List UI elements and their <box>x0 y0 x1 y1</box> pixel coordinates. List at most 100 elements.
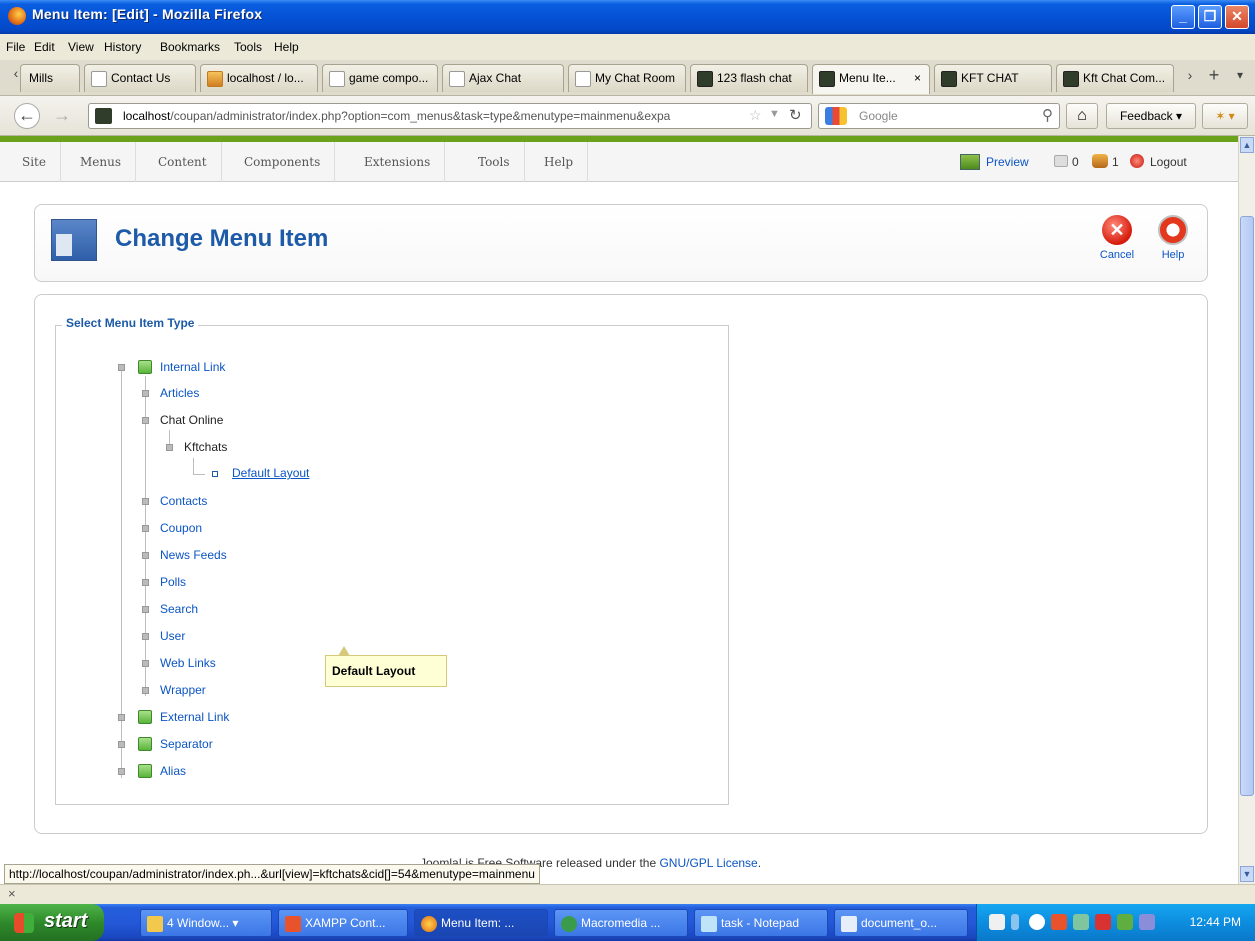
search-icon[interactable]: ⚲ <box>1042 106 1053 124</box>
scrollbar-thumb[interactable] <box>1240 216 1254 796</box>
preview-link[interactable]: Preview <box>986 155 1029 169</box>
taskbar-item-macromedia[interactable]: Macromedia ... <box>554 909 688 937</box>
tree-leaf-icon <box>212 471 218 477</box>
network-status-tray-icon[interactable] <box>1117 914 1133 930</box>
tree-chat-online[interactable]: Chat Online <box>160 413 223 427</box>
google-icon[interactable] <box>825 107 847 125</box>
xampp-tray-icon[interactable] <box>1051 914 1067 930</box>
tab-kft-chat[interactable]: KFT CHAT <box>934 64 1052 92</box>
reload-icon[interactable]: ↻ <box>789 106 802 124</box>
url-history-dropdown-icon[interactable]: ▼ <box>769 108 780 120</box>
network-tray-icon[interactable] <box>1011 914 1019 930</box>
url-bar[interactable]: localhost/coupan/administrator/index.php… <box>88 103 812 129</box>
tab-mills[interactable]: Mills <box>20 64 80 92</box>
admin-menu: Site Menus Content Components Extensions… <box>0 142 1238 182</box>
logout-icon <box>1130 154 1144 168</box>
tree-polls[interactable]: Polls <box>160 575 186 589</box>
window-title: Menu Item: [Edit] - Mozilla Firefox <box>32 6 263 22</box>
tab-ajax-chat[interactable]: Ajax Chat <box>442 64 564 92</box>
admin-menu-extensions[interactable]: Extensions <box>350 142 446 182</box>
start-button[interactable]: start <box>0 904 104 941</box>
tree-alias[interactable]: Alias <box>160 764 186 778</box>
menu-view[interactable]: View <box>68 40 94 54</box>
page-icon <box>575 71 591 87</box>
menu-tools[interactable]: Tools <box>234 40 262 54</box>
taskbar-item-windows[interactable]: 4 Window... ▾ <box>140 909 272 937</box>
cancel-button[interactable]: ✕ Cancel <box>1095 215 1139 261</box>
tree-default-layout[interactable]: Default Layout <box>232 466 309 480</box>
admin-menu-help[interactable]: Help <box>530 142 589 182</box>
search-tray-icon[interactable] <box>1095 914 1111 930</box>
bookmark-star-icon[interactable]: ☆ <box>749 107 762 124</box>
menu-edit[interactable]: Edit <box>34 40 55 54</box>
help-tray-icon[interactable] <box>989 914 1005 930</box>
tree-news-feeds[interactable]: News Feeds <box>160 548 227 562</box>
maximize-button[interactable]: ❐ <box>1198 5 1222 29</box>
tab-phpmyadmin[interactable]: localhost / lo... <box>200 64 318 92</box>
tab-game-compo[interactable]: game compo... <box>322 64 438 92</box>
cancel-icon: ✕ <box>1102 215 1132 245</box>
home-icon[interactable]: ⌂ <box>1066 103 1098 129</box>
taskbar-label: Macromedia ... <box>581 916 661 930</box>
tab-label: Contact Us <box>111 71 171 85</box>
menu-file[interactable]: File <box>6 40 25 54</box>
vertical-scrollbar[interactable]: ▲ ▼ <box>1238 136 1255 884</box>
scroll-down-icon[interactable]: ▼ <box>1240 866 1254 882</box>
tree-contacts[interactable]: Contacts <box>160 494 207 508</box>
admin-menu-menus[interactable]: Menus <box>66 142 137 182</box>
taskbar-item-notepad[interactable]: task - Notepad <box>694 909 828 937</box>
notepad-icon <box>701 916 717 932</box>
tree-toggle-icon[interactable] <box>118 741 125 748</box>
app-tray-icon[interactable] <box>1139 914 1155 930</box>
taskbar-item-firefox[interactable]: Menu Item: ... <box>414 909 548 937</box>
tray-expand-icon[interactable] <box>1029 914 1045 930</box>
admin-menu-content[interactable]: Content <box>144 142 222 182</box>
menu-help[interactable]: Help <box>274 40 299 54</box>
tree-search[interactable]: Search <box>160 602 198 616</box>
taskbar-item-xampp[interactable]: XAMPP Cont... <box>278 909 408 937</box>
tree-toggle-icon[interactable] <box>118 364 125 371</box>
tree-articles[interactable]: Articles <box>160 386 199 400</box>
tree-toggle-icon[interactable] <box>118 714 125 721</box>
minimize-button[interactable]: _ <box>1171 5 1195 29</box>
tree-web-links[interactable]: Web Links <box>160 656 216 670</box>
tab-contact-us[interactable]: Contact Us <box>84 64 196 92</box>
close-bar-icon[interactable]: × <box>8 886 16 901</box>
admin-menu-site[interactable]: Site <box>8 142 61 182</box>
menu-bookmarks[interactable]: Bookmarks <box>160 40 220 54</box>
messenger-tray-icon[interactable] <box>1073 914 1089 930</box>
tree-kftchats[interactable]: Kftchats <box>184 440 227 454</box>
new-tab-icon[interactable]: + <box>1200 64 1228 88</box>
back-icon[interactable]: ← <box>14 103 40 129</box>
feedback-button[interactable]: Feedback ▾ <box>1106 103 1196 129</box>
tab-menu-item[interactable]: Menu Ite... × <box>812 64 930 94</box>
tree-external-link[interactable]: External Link <box>160 710 229 724</box>
logout-link[interactable]: Logout <box>1150 155 1187 169</box>
tab-123-flash-chat[interactable]: 123 flash chat <box>690 64 808 92</box>
close-window-button[interactable]: ✕ <box>1225 5 1249 29</box>
gnu-gpl-link[interactable]: GNU/GPL License <box>659 856 757 870</box>
tab-kft-chat-com[interactable]: Kft Chat Com... <box>1056 64 1174 92</box>
tree-wrapper[interactable]: Wrapper <box>160 683 206 697</box>
tree-internal-link[interactable]: Internal Link <box>160 360 225 374</box>
xampp-icon <box>285 916 301 932</box>
tab-label: localhost / lo... <box>227 71 304 85</box>
tab-my-chat-room[interactable]: My Chat Room <box>568 64 686 92</box>
tree-coupon[interactable]: Coupon <box>160 521 202 535</box>
addon-icon[interactable]: ✶ ▾ <box>1202 103 1248 129</box>
tab-label: Menu Ite... <box>839 71 896 85</box>
menu-history[interactable]: History <box>104 40 141 54</box>
search-bar[interactable]: Google ⚲ <box>818 103 1060 129</box>
taskbar-item-document[interactable]: document_o... <box>834 909 968 937</box>
help-button[interactable]: Help <box>1151 215 1195 261</box>
forward-icon[interactable]: → <box>48 104 76 128</box>
tree-user[interactable]: User <box>160 629 185 643</box>
admin-menu-tools[interactable]: Tools <box>464 142 525 182</box>
close-tab-icon[interactable]: × <box>914 71 921 85</box>
help-label: Help <box>1161 249 1185 261</box>
tree-toggle-icon[interactable] <box>118 768 125 775</box>
scroll-up-icon[interactable]: ▲ <box>1240 137 1254 153</box>
tab-list-icon[interactable]: ▾ <box>1226 64 1254 88</box>
tree-separator[interactable]: Separator <box>160 737 213 751</box>
admin-menu-components[interactable]: Components <box>230 142 336 182</box>
